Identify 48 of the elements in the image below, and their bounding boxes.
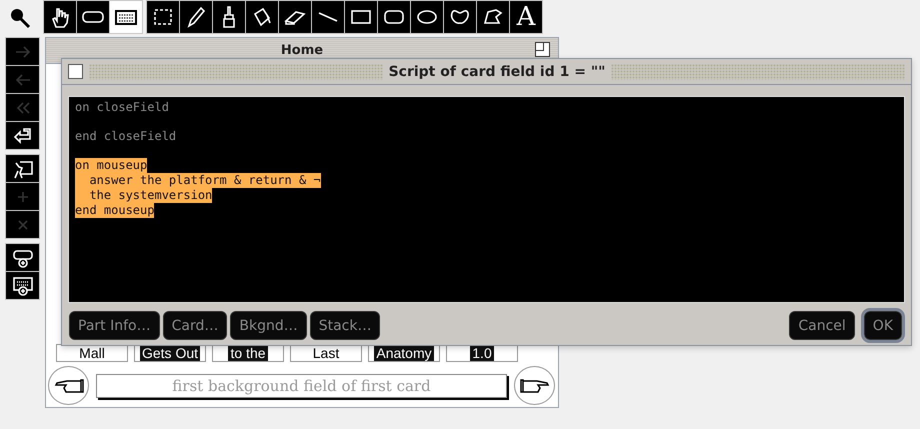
dialog-button[interactable]: OK — [864, 311, 902, 340]
new-field-icon — [12, 276, 34, 296]
navigation-button[interactable] — [6, 272, 39, 299]
tool-button[interactable] — [411, 1, 443, 33]
tool-button[interactable] — [279, 1, 311, 33]
new-button-icon — [12, 248, 34, 268]
window-title: Script of card field id 1 = "" — [388, 64, 606, 80]
tool-button[interactable] — [44, 1, 76, 33]
field-text: Gets Out — [140, 345, 200, 361]
card-edit-icon — [12, 158, 34, 178]
field-text: Mall — [77, 345, 107, 361]
script-editor[interactable]: on closeField end closeField on mouseup answer the platform & return & ¬ the systemversion end mouseup — [68, 96, 905, 303]
dialog-button[interactable]: Cancel — [789, 311, 855, 340]
field-text: 1.0 — [470, 345, 494, 361]
dialog-button[interactable]: Stack… — [310, 311, 380, 340]
navigation-button[interactable] — [6, 155, 39, 182]
tool-button[interactable] — [246, 1, 278, 33]
next-card-button[interactable] — [514, 366, 555, 405]
tool-button[interactable] — [477, 1, 509, 33]
tool-button[interactable] — [213, 1, 245, 33]
pointing-right-hand-icon — [518, 376, 550, 394]
navigation-button[interactable] — [6, 122, 39, 149]
tool-button[interactable] — [312, 1, 344, 33]
tool-button[interactable] — [110, 1, 142, 33]
close-box[interactable] — [68, 64, 83, 79]
code-line: on closeField — [75, 100, 169, 115]
tool-button[interactable] — [77, 1, 109, 33]
pointing-left-hand-icon — [52, 376, 84, 394]
field-text: to the — [228, 345, 268, 361]
return-icon — [12, 126, 34, 146]
window-title: Home — [280, 43, 324, 58]
dialog-button[interactable]: Part Info… — [69, 311, 160, 340]
search-icon[interactable] — [9, 7, 31, 29]
tool-button[interactable] — [180, 1, 212, 33]
field-text: Anatomy — [374, 345, 434, 361]
previous-card-button[interactable] — [48, 366, 89, 405]
card-field[interactable]: Mall — [56, 344, 128, 362]
tool-button[interactable] — [345, 1, 377, 33]
tool-button[interactable] — [147, 1, 179, 33]
zoom-box-icon[interactable] — [535, 42, 550, 57]
dialog-button[interactable]: Bkgnd… — [230, 311, 307, 340]
tool-button[interactable] — [444, 1, 476, 33]
field-text: Last — [310, 345, 342, 361]
text-tool[interactable]: A — [510, 1, 542, 33]
navigation-button[interactable] — [6, 244, 39, 271]
tool-button[interactable] — [378, 1, 410, 33]
dialog-button[interactable]: Card… — [162, 311, 228, 340]
code-line: end closeField — [75, 129, 176, 144]
